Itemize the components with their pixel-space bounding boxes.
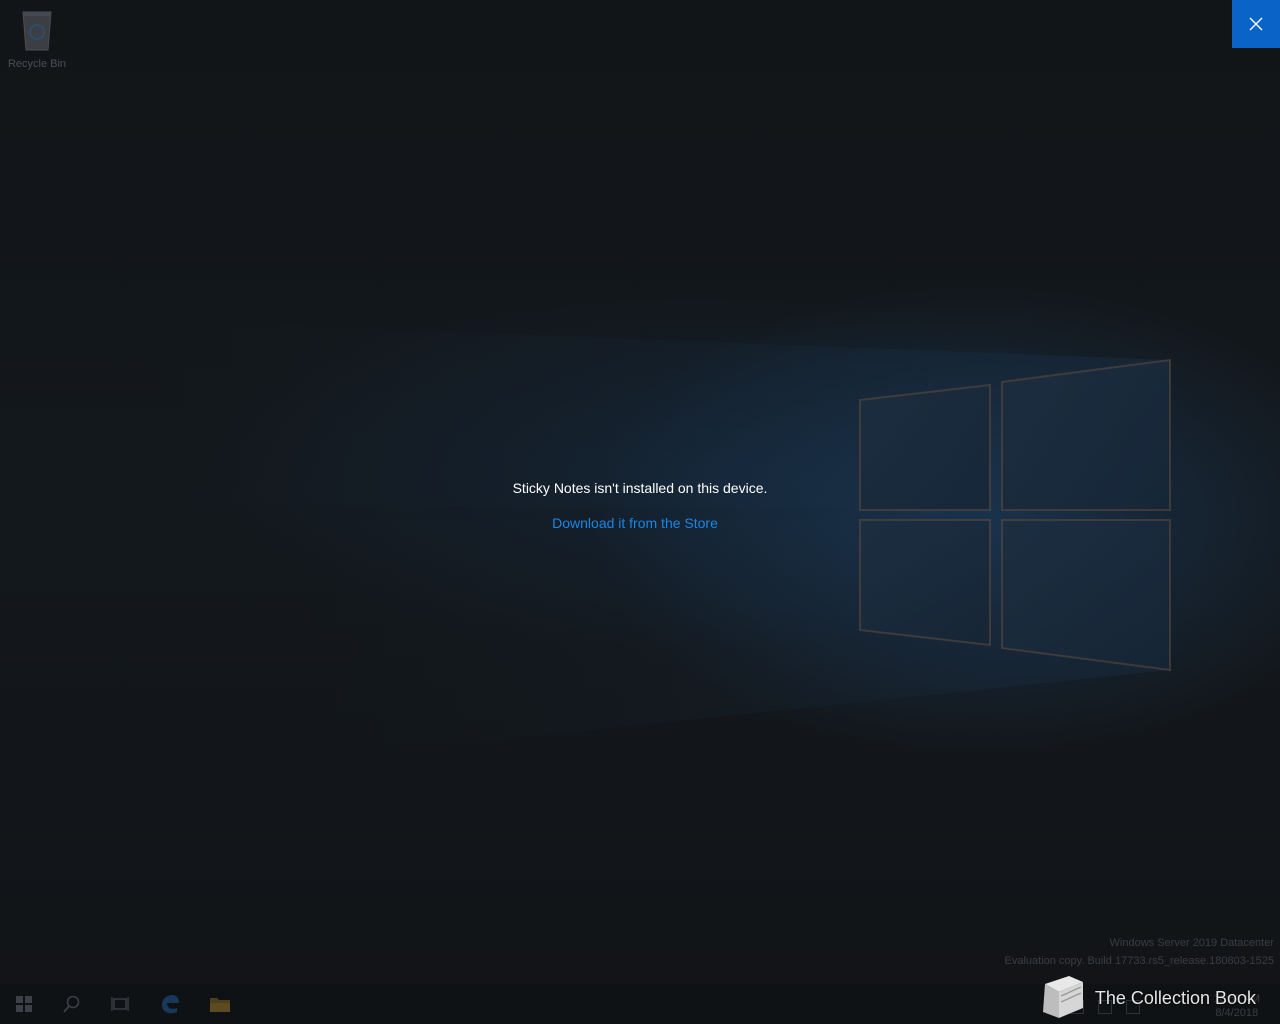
edge-button[interactable] [146,984,194,1024]
not-installed-message: Sticky Notes isn't installed on this dev… [0,480,1280,533]
message-text: Sticky Notes isn't installed on this dev… [512,480,768,496]
task-view-button[interactable] [96,984,144,1024]
brand-overlay: The Collection Book [1035,974,1256,1022]
file-explorer-button[interactable] [196,984,244,1024]
download-from-store-link[interactable]: Download it from the Store [552,515,718,531]
recycle-bin-icon [22,11,52,51]
close-button[interactable] [1232,0,1280,48]
brand-text: The Collection Book [1094,987,1256,1008]
task-view-icon [111,997,129,1011]
book-icon [1042,976,1083,1018]
file-explorer-icon [210,998,230,1012]
search-icon [63,995,80,1013]
evaluation-watermark: Windows Server 2019 Datacenter Evaluatio… [1005,934,1275,970]
search-button[interactable] [48,984,96,1024]
start-button[interactable] [0,984,48,1024]
watermark-build: Evaluation copy. Build 17733.rs5_release… [1004,955,1275,967]
desktop: Recycle Bin Sticky Notes isn't installed… [0,0,1280,1024]
windows-start-icon [16,996,32,1012]
edge-icon [162,995,179,1014]
watermark-edition: Windows Server 2019 Datacenter [1109,937,1274,949]
recycle-bin-label: Recycle Bin [7,58,67,70]
recycle-bin-shortcut[interactable]: Recycle Bin [4,6,70,70]
close-icon [1249,17,1263,31]
